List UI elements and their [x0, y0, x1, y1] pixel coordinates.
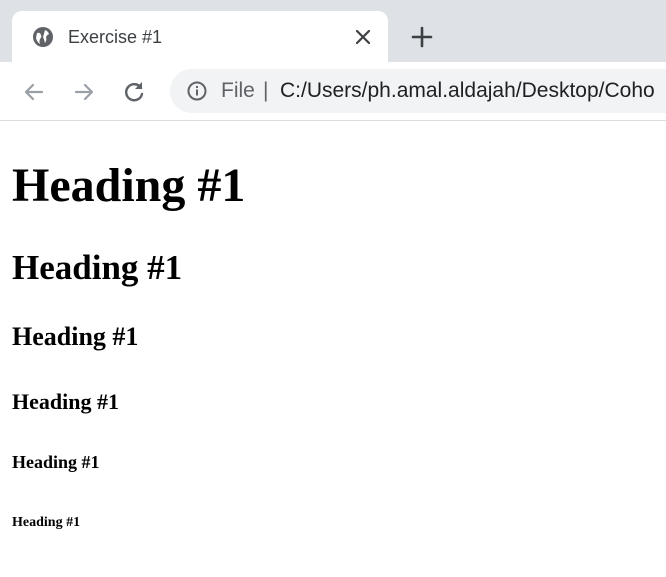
heading-5: Heading #1 — [12, 452, 100, 472]
page-content: Heading #1 Heading #1 Heading #1 Heading… — [0, 121, 666, 577]
heading-4: Heading #1 — [12, 389, 119, 414]
url-separator: | — [263, 79, 269, 102]
heading-2: Heading #1 — [12, 248, 183, 287]
browser-toolbar: File | C:/Users/ph.amal.aldajah/Desktop/… — [0, 62, 666, 121]
active-tab[interactable]: Exercise #1 — [12, 11, 388, 62]
tab-strip: Exercise #1 — [0, 0, 666, 62]
info-icon[interactable] — [186, 80, 208, 102]
heading-1: Heading #1 — [12, 159, 246, 212]
url-text[interactable]: C:/Users/ph.amal.aldajah/Desktop/Coho — [280, 79, 655, 103]
plus-icon[interactable] — [409, 24, 435, 50]
globe-icon — [33, 27, 53, 47]
address-bar[interactable]: File | C:/Users/ph.amal.aldajah/Desktop/… — [170, 69, 666, 113]
arrow-left-icon[interactable] — [20, 78, 48, 106]
close-icon[interactable] — [352, 26, 374, 48]
url-scheme-label: File — [221, 79, 255, 102]
arrow-right-icon[interactable] — [70, 78, 98, 106]
heading-3: Heading #1 — [12, 322, 139, 351]
reload-icon[interactable] — [120, 78, 148, 106]
tab-title: Exercise #1 — [68, 27, 163, 47]
heading-6: Heading #1 — [12, 515, 81, 530]
